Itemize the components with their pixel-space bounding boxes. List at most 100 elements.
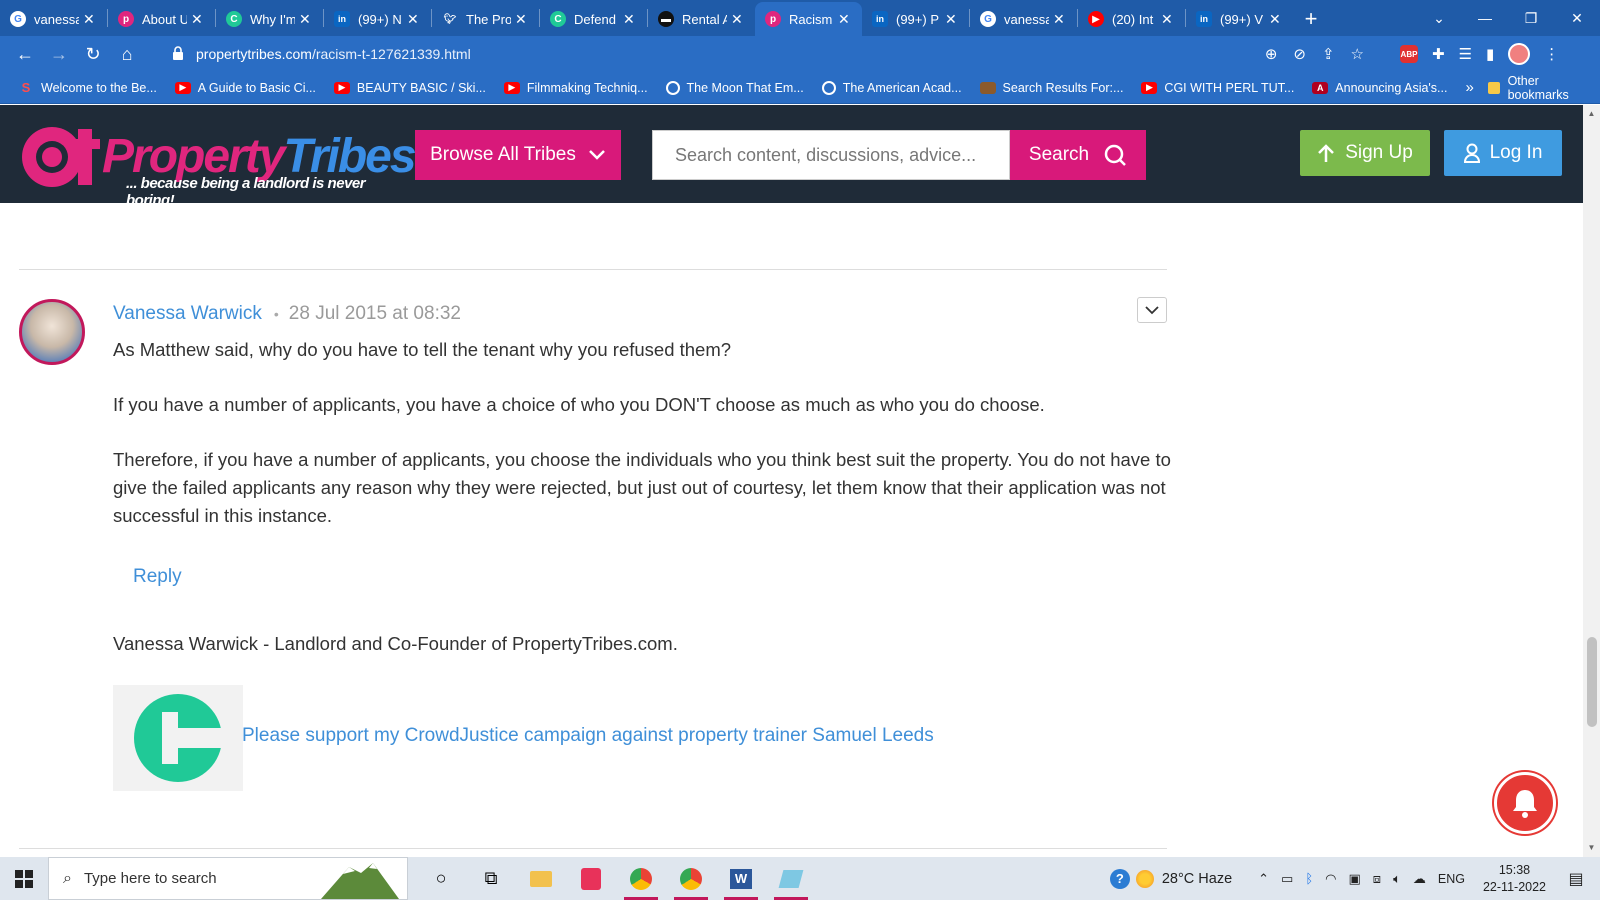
home-icon[interactable]: ⌂ <box>110 39 144 69</box>
word-icon[interactable]: W <box>716 857 766 900</box>
scroll-down-icon[interactable]: ▼ <box>1583 841 1600 855</box>
eye-off-icon[interactable]: ⊘ <box>1293 45 1306 63</box>
close-tab-icon[interactable]: ✕ <box>299 11 313 28</box>
close-tab-icon[interactable]: ✕ <box>838 11 852 28</box>
close-tab-icon[interactable]: ✕ <box>1269 11 1283 28</box>
author-name-link[interactable]: Vanessa Warwick <box>113 303 262 325</box>
bookmark-item[interactable]: The American Acad... <box>821 80 962 95</box>
bookmark-item[interactable]: ▶ CGI WITH PERL TUT... <box>1141 81 1294 95</box>
system-tray: ? 28°C Haze ⌃ ▭ ᛒ ◠ ▣ ⧈ 🔈︎ ☁︎ ENG 15:38 … <box>1104 857 1600 900</box>
close-tab-icon[interactable]: ✕ <box>407 11 421 28</box>
volume-icon[interactable]: 🔈︎ <box>1393 871 1401 887</box>
side-panel-icon[interactable]: ▮ <box>1486 45 1494 63</box>
forward-icon[interactable]: → <box>42 39 76 69</box>
monitor-icon[interactable]: ▣ <box>1349 871 1361 887</box>
onedrive-icon[interactable]: ☁︎ <box>1413 871 1426 887</box>
browser-tab[interactable]: p Racism ✕ <box>755 2 862 36</box>
browser-tab[interactable]: ▶ (20) Int ✕ <box>1078 2 1185 36</box>
new-tab-icon[interactable]: + <box>1293 2 1329 36</box>
crowdjustice-logo[interactable] <box>113 685 243 791</box>
app-red-icon[interactable] <box>566 857 616 900</box>
page-scrollbar[interactable]: ▲ ▼ <box>1583 105 1600 857</box>
sign-up-button[interactable]: Sign Up <box>1300 130 1430 176</box>
help-icon[interactable]: ? <box>1109 868 1130 889</box>
post-options-button[interactable] <box>1137 297 1167 323</box>
propertytribes-logo[interactable]: PropertyTribes ... because being a landl… <box>22 115 417 209</box>
address-bar[interactable]: propertytribes.com/racism-t-127621339.ht… <box>162 39 1372 69</box>
browser-tab[interactable]: p About U ✕ <box>108 2 215 36</box>
zoom-icon[interactable]: ⊕ <box>1265 45 1278 63</box>
search-button[interactable]: Search <box>1010 130 1146 180</box>
close-tab-icon[interactable]: ✕ <box>731 11 745 28</box>
bookmark-item[interactable]: ▶ A Guide to Basic Ci... <box>174 81 316 95</box>
wifi-icon[interactable]: ◠ <box>1325 871 1336 887</box>
share-icon[interactable]: ⇪ <box>1322 45 1335 63</box>
close-window-icon[interactable]: ✕ <box>1554 10 1600 27</box>
browser-tab[interactable]: C Why I'm ✕ <box>216 2 323 36</box>
file-explorer-icon[interactable] <box>516 857 566 900</box>
chrome-icon[interactable] <box>616 857 666 900</box>
menu-kebab-icon[interactable]: ⋮ <box>1544 45 1559 63</box>
minimize-icon[interactable]: — <box>1462 10 1508 26</box>
start-button[interactable] <box>0 857 48 900</box>
language-indicator[interactable]: ENG <box>1438 872 1465 886</box>
bluetooth-icon[interactable]: ᛒ <box>1305 871 1313 886</box>
crowdjustice-campaign-link[interactable]: Please support my CrowdJustice campaign … <box>242 725 934 747</box>
scroll-thumb[interactable] <box>1587 637 1597 727</box>
browser-tab[interactable]: in (99+) P ✕ <box>862 2 969 36</box>
browser-tab[interactable]: in (99+) N ✕ <box>324 2 431 36</box>
close-tab-icon[interactable]: ✕ <box>945 11 959 28</box>
adblock-icon[interactable]: ABP <box>1400 45 1418 63</box>
back-icon[interactable]: ← <box>8 39 42 69</box>
browser-tab[interactable]: ▬ Rental A ✕ <box>648 2 755 36</box>
weather-widget[interactable]: 28°C Haze <box>1135 869 1232 888</box>
post-date: 28 Jul 2015 at 08:32 <box>288 303 461 324</box>
notification-bell-button[interactable] <box>1494 772 1556 834</box>
reply-link[interactable]: Reply <box>133 566 182 588</box>
task-view-icon[interactable]: ⧉ <box>466 857 516 900</box>
extensions-icon[interactable]: ✚ <box>1432 45 1445 63</box>
browser-tab[interactable]: 🐦︎ The Pro ✕ <box>432 2 539 36</box>
browser-tab[interactable]: in (99+) V ✕ <box>1186 2 1293 36</box>
reload-icon[interactable]: ↻ <box>76 39 110 69</box>
bookmark-item[interactable]: Search Results For:... <box>979 81 1123 95</box>
close-tab-icon[interactable]: ✕ <box>191 11 205 28</box>
other-bookmarks[interactable]: Other bookmarks <box>1487 74 1588 102</box>
notepad-icon[interactable] <box>766 857 816 900</box>
taskbar-search-input[interactable]: ⌕ Type here to search <box>48 857 408 900</box>
scroll-up-icon[interactable]: ▲ <box>1583 107 1600 121</box>
taskbar-clock[interactable]: 15:38 22-11-2022 <box>1483 862 1546 896</box>
bookmark-item[interactable]: The Moon That Em... <box>665 80 804 95</box>
browser-tab[interactable]: C Defend ✕ <box>540 2 647 36</box>
bookmark-item[interactable]: A Announcing Asia's... <box>1312 81 1447 95</box>
bookmark-item[interactable]: ▶ Filmmaking Techniq... <box>503 81 648 95</box>
lock-icon[interactable] <box>172 45 186 63</box>
close-tab-icon[interactable]: ✕ <box>83 11 97 28</box>
close-tab-icon[interactable]: ✕ <box>623 11 637 28</box>
bookmark-item[interactable]: S Welcome to the Be... <box>18 80 157 95</box>
bookmark-label: Announcing Asia's... <box>1335 80 1448 95</box>
profile-avatar[interactable] <box>1508 43 1531 65</box>
bookmark-item[interactable]: ▶ BEAUTY BASIC / Ski... <box>333 81 486 95</box>
restore-icon[interactable]: ❐ <box>1508 10 1554 27</box>
star-icon[interactable]: ☆ <box>1351 45 1364 63</box>
author-avatar[interactable] <box>19 299 85 365</box>
close-tab-icon[interactable]: ✕ <box>1161 11 1175 28</box>
reading-list-icon[interactable]: ☰ <box>1459 45 1472 63</box>
cortana-icon[interactable]: ○ <box>416 857 466 900</box>
notifications-icon[interactable]: ▤ <box>1562 869 1590 889</box>
browse-all-tribes-button[interactable]: Browse All Tribes <box>415 130 621 180</box>
browser-tab[interactable]: Gvanessa ✕ <box>970 2 1077 36</box>
tab-search-icon[interactable]: ⌄ <box>1416 10 1462 27</box>
browser-tab-title: About U <box>142 11 187 27</box>
close-tab-icon[interactable]: ✕ <box>515 11 529 28</box>
site-search-input[interactable]: Search content, discussions, advice... <box>652 130 1010 180</box>
log-in-button[interactable]: Log In <box>1444 130 1562 176</box>
display-icon[interactable]: ⧈ <box>1373 871 1381 887</box>
chrome-profile-icon[interactable] <box>666 857 716 900</box>
battery-icon[interactable]: ▭ <box>1281 871 1293 887</box>
bookmarks-overflow-icon[interactable]: » <box>1465 79 1473 96</box>
close-tab-icon[interactable]: ✕ <box>1053 11 1067 28</box>
chevron-up-icon[interactable]: ⌃ <box>1258 871 1269 887</box>
browser-tab[interactable]: Gvanessa ✕ <box>0 2 107 36</box>
